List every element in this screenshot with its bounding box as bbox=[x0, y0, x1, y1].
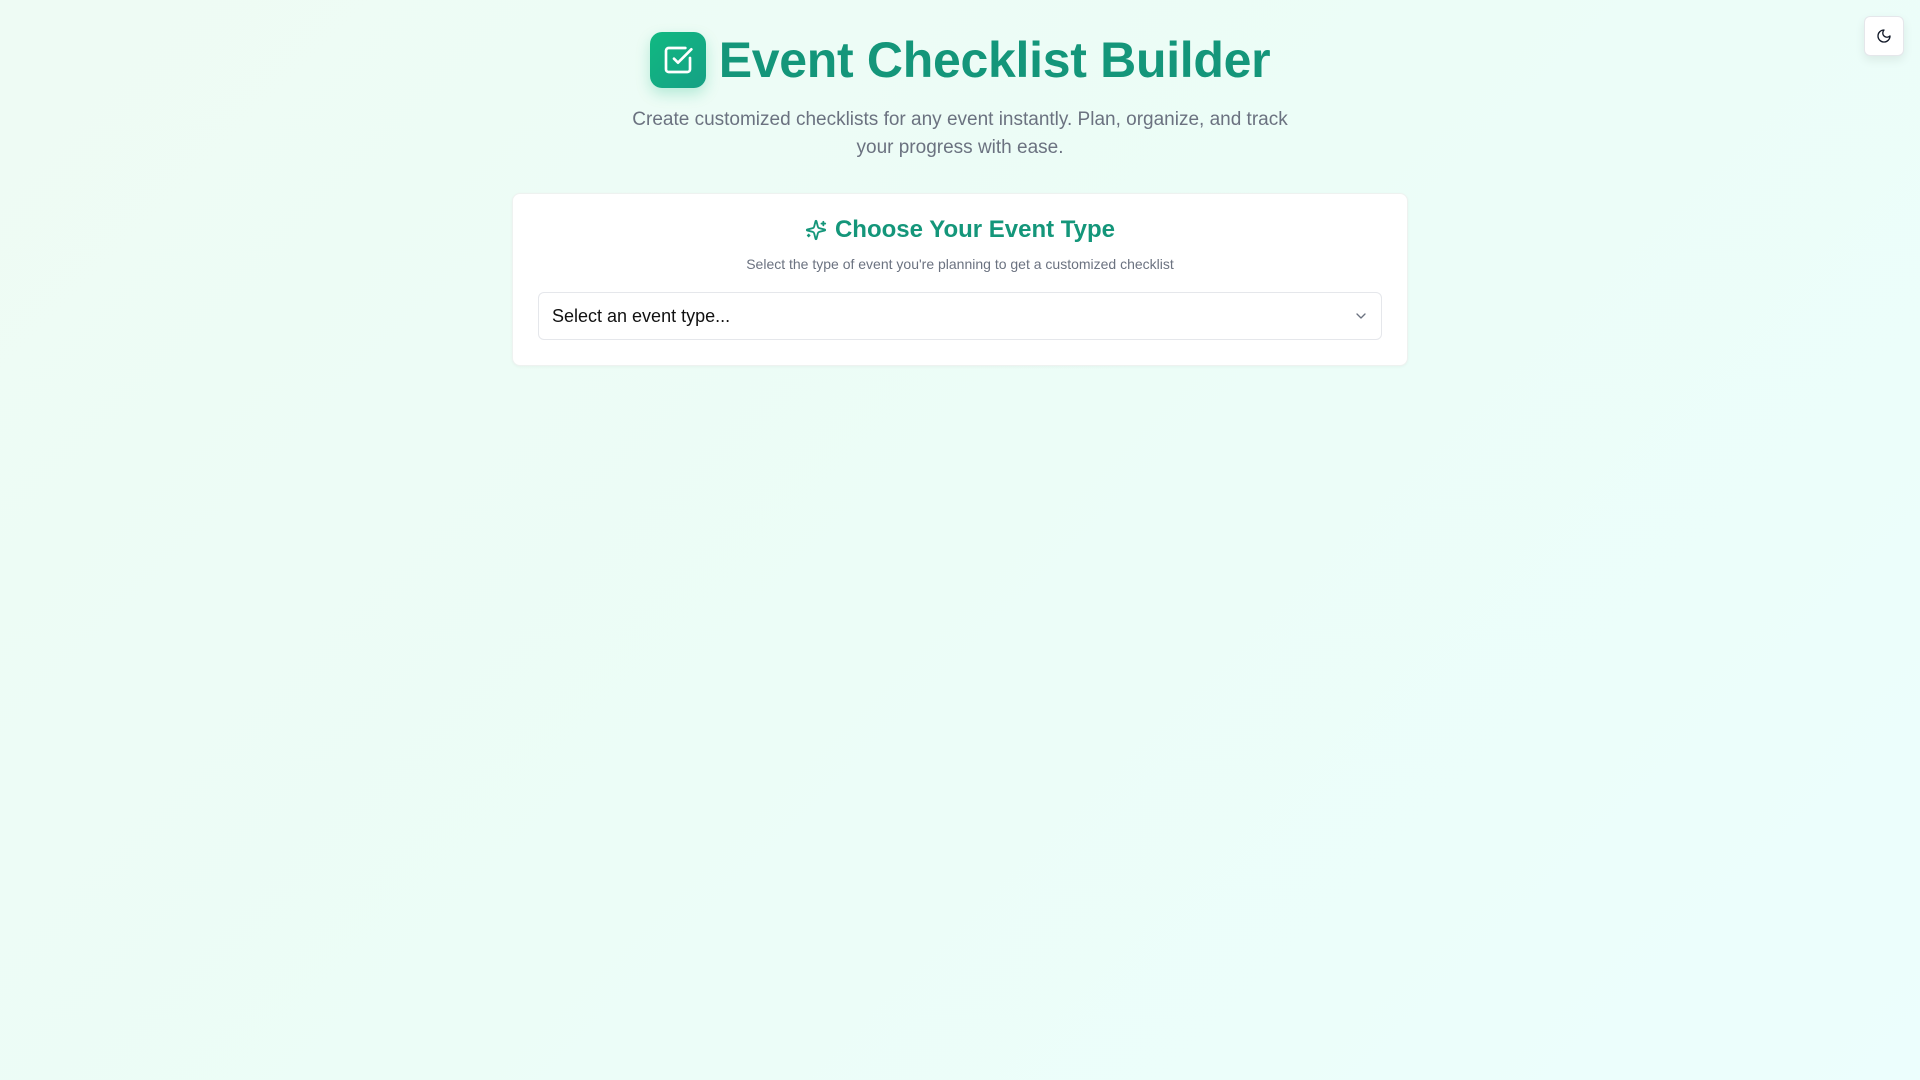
moon-icon bbox=[1876, 28, 1892, 44]
card-title-row: Choose Your Event Type bbox=[538, 216, 1382, 244]
event-type-select[interactable]: Select an event type... bbox=[538, 292, 1382, 340]
page-header: Event Checklist Builder Create customize… bbox=[0, 0, 1920, 162]
card-subtitle: Select the type of event you're planning… bbox=[746, 256, 1174, 272]
page-title: Event Checklist Builder bbox=[718, 32, 1271, 88]
app-logo bbox=[649, 32, 706, 88]
title-row: Event Checklist Builder bbox=[649, 32, 1271, 88]
page-subtitle: Create customized checklists for any eve… bbox=[632, 109, 1288, 158]
check-square-icon bbox=[662, 44, 694, 76]
theme-toggle-button[interactable] bbox=[1864, 16, 1904, 56]
card-title: Choose Your Event Type bbox=[834, 216, 1116, 243]
event-type-card: Choose Your Event Type Select the type o… bbox=[512, 193, 1408, 366]
event-type-select-value: Select an event type... bbox=[552, 305, 731, 326]
chevron-down-icon bbox=[1353, 308, 1369, 324]
sparkles-icon bbox=[805, 219, 827, 241]
